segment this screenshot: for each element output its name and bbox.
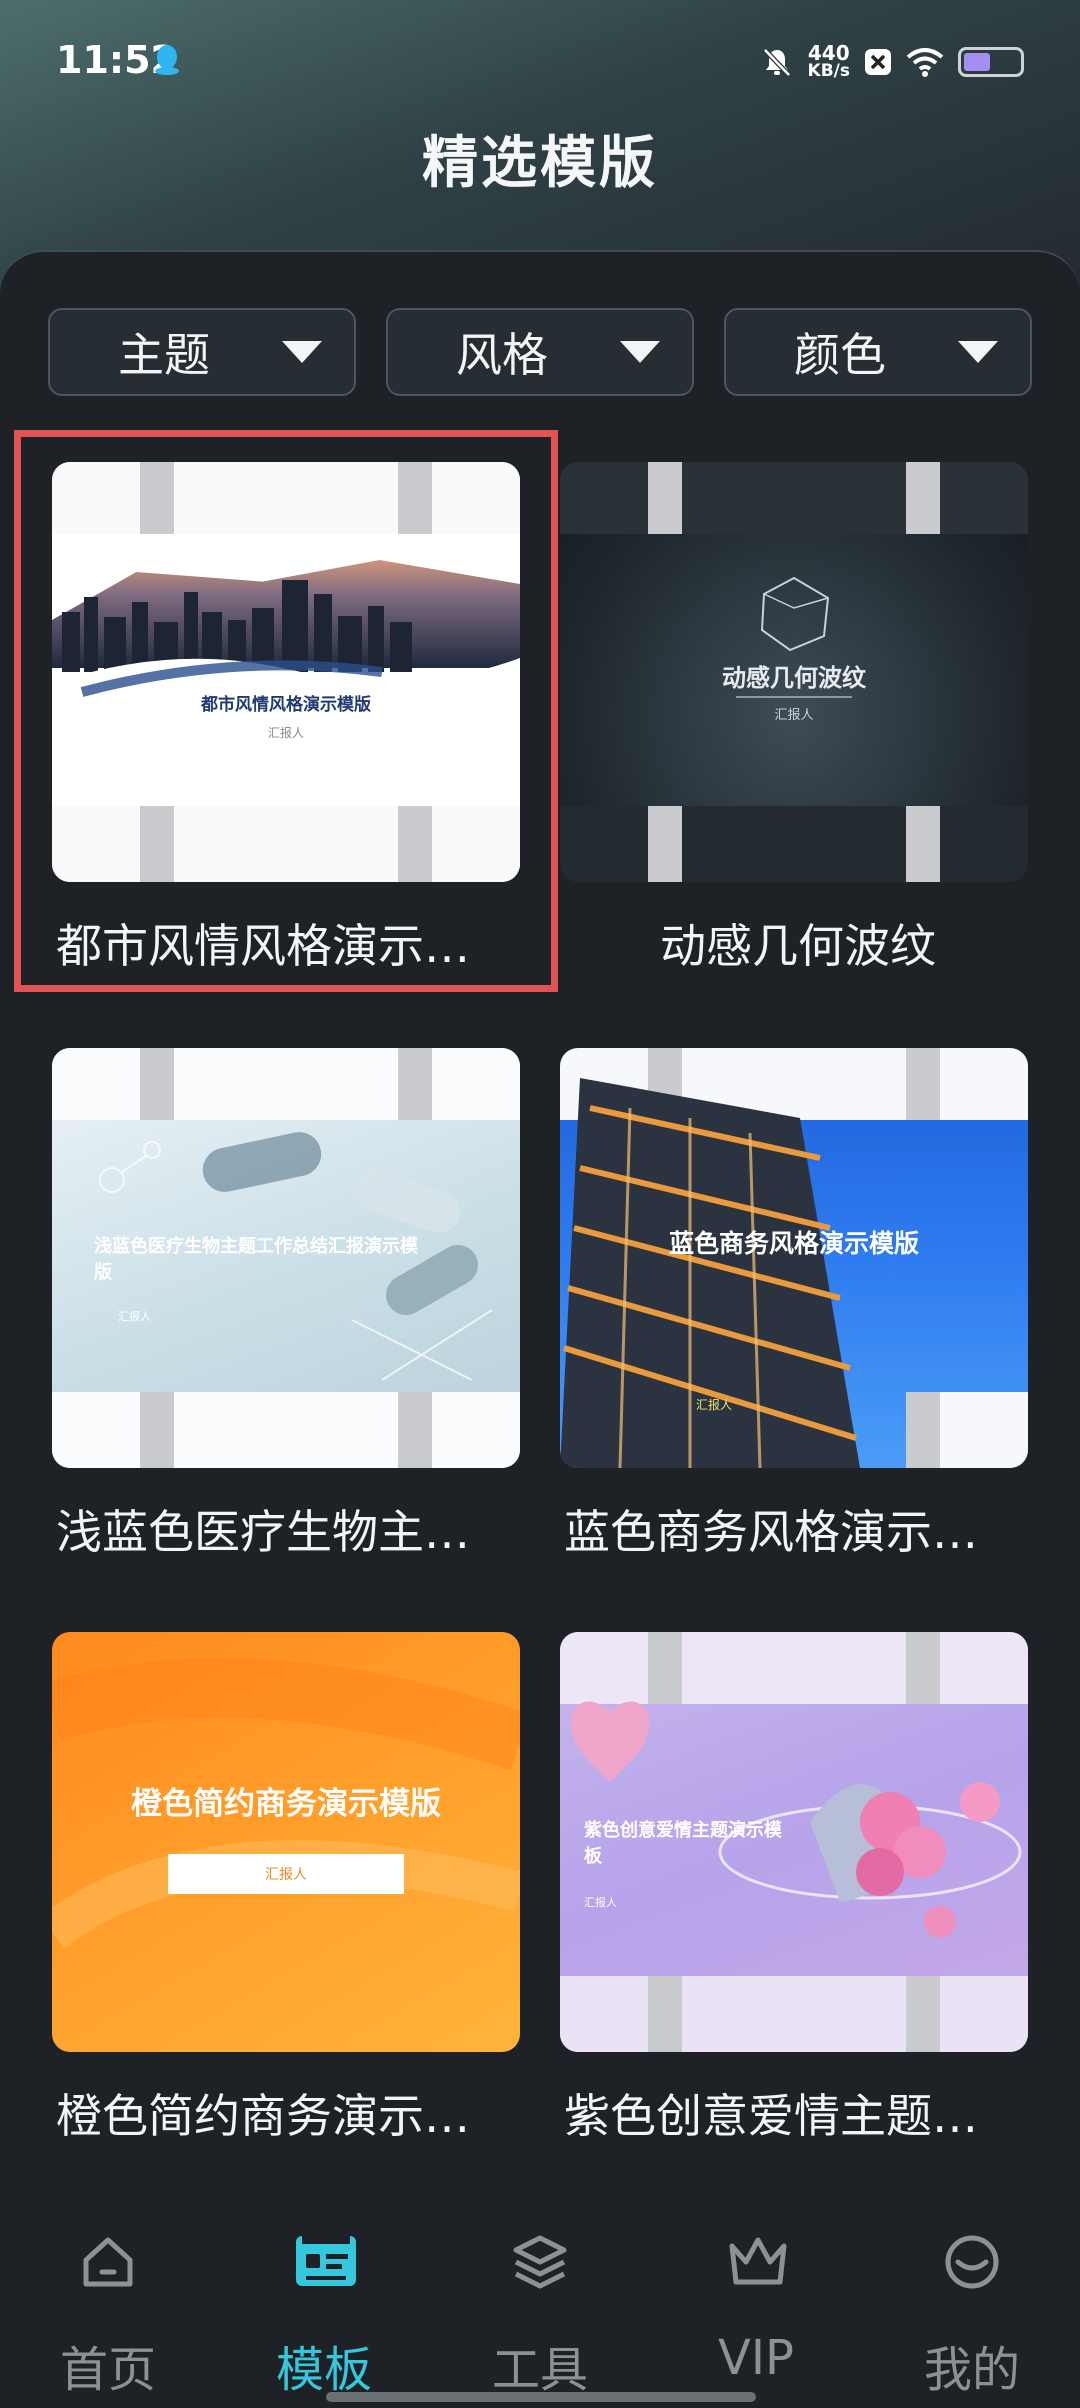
template-thumbnail[interactable]: 蓝色商务风格演示模版 汇报人 bbox=[560, 1048, 1028, 1468]
template-title: 动感几何波纹 bbox=[660, 919, 936, 973]
status-bar: 11:52 440 KB/s bbox=[0, 0, 1080, 120]
template-card[interactable]: 动感几何波纹 汇报人 动感几何波纹 bbox=[560, 462, 1028, 973]
cover-title: 蓝色商务风格演示模版 bbox=[668, 1229, 919, 1258]
net-speed-unit: KB/s bbox=[807, 61, 850, 81]
template-title: 浅蓝色医疗生物主… bbox=[56, 1505, 470, 1559]
chevron-down-icon bbox=[620, 341, 660, 363]
nav-label: VIP bbox=[718, 2330, 794, 2386]
filter-theme-dropdown[interactable]: 主题 bbox=[48, 308, 356, 396]
net-speed: 440 KB/s bbox=[807, 41, 850, 81]
crown-icon bbox=[729, 2237, 787, 2285]
battery-icon bbox=[958, 47, 1024, 77]
page-title: 精选模版 bbox=[422, 131, 658, 196]
cover-title: 都市风情风格演示模版 bbox=[201, 695, 371, 715]
bottom-nav: 首页 模板 工具 VIP 我的 bbox=[0, 2220, 1080, 2408]
polyhedron-graphic bbox=[760, 576, 830, 652]
filter-label: 主题 bbox=[118, 328, 210, 382]
template-title: 都市风情风格演示… bbox=[56, 919, 470, 973]
filter-label: 风格 bbox=[456, 328, 548, 382]
nav-label: 我的 bbox=[923, 2342, 1020, 2398]
template-card[interactable]: 橙色简约商务演示模版 汇报人 橙色简约商务演示… bbox=[52, 1632, 520, 2143]
nav-home[interactable]: 首页 bbox=[0, 2220, 216, 2408]
filter-color-dropdown[interactable]: 颜色 bbox=[724, 308, 1032, 396]
net-speed-value: 440 bbox=[807, 41, 850, 65]
cover-subtitle: 汇报人 bbox=[774, 708, 814, 723]
template-title: 蓝色商务风格演示… bbox=[564, 1505, 978, 1559]
cover-subtitle: 汇报人 bbox=[584, 1896, 617, 1909]
nav-tools[interactable]: 工具 bbox=[432, 2220, 648, 2408]
filter-bar: 主题 风格 颜色 bbox=[48, 308, 1032, 398]
wifi-icon bbox=[906, 48, 944, 77]
cover-subtitle: 汇报人 bbox=[118, 1310, 151, 1323]
template-card[interactable]: 紫色创意爱情主题演示模板 汇报人 紫色创意爱情主题… bbox=[560, 1632, 1028, 2143]
nav-profile[interactable]: 我的 bbox=[864, 2220, 1080, 2408]
qq-notification-icon bbox=[155, 45, 179, 75]
layers-icon bbox=[513, 2235, 567, 2289]
chevron-down-icon bbox=[958, 341, 998, 363]
cover-title: 橙色简约商务演示模版 bbox=[131, 1786, 441, 1822]
profile-icon bbox=[945, 2235, 999, 2289]
template-card[interactable]: 蓝色商务风格演示模版 汇报人 蓝色商务风格演示… bbox=[560, 1048, 1028, 1559]
cover-subtitle-box: 汇报人 bbox=[168, 1854, 404, 1894]
home-indicator[interactable] bbox=[326, 2392, 756, 2402]
nav-vip[interactable]: VIP bbox=[648, 2220, 864, 2408]
filter-style-dropdown[interactable]: 风格 bbox=[386, 308, 694, 396]
template-card[interactable]: 浅蓝色医疗生物主题工作总结汇报演示模版 汇报人 浅蓝色医疗生物主… bbox=[52, 1048, 520, 1559]
home-icon bbox=[83, 2237, 133, 2287]
chevron-down-icon bbox=[282, 341, 322, 363]
nav-template[interactable]: 模板 bbox=[216, 2220, 432, 2408]
template-title: 紫色创意爱情主题… bbox=[564, 2089, 978, 2143]
cover-subtitle: 汇报人 bbox=[696, 1398, 733, 1412]
cover-title: 紫色创意爱情主题演示模板 bbox=[584, 1820, 782, 1867]
status-icons: 440 KB/s bbox=[760, 40, 1024, 84]
app-notification-icon bbox=[865, 49, 891, 75]
template-thumbnail[interactable]: 浅蓝色医疗生物主题工作总结汇报演示模版 汇报人 bbox=[52, 1048, 520, 1468]
template-thumbnail[interactable]: 都市风情风格演示模版 汇报人 bbox=[52, 462, 520, 882]
cover-title: 浅蓝色医疗生物主题工作总结汇报演示模版 bbox=[94, 1236, 418, 1283]
template-thumbnail[interactable]: 橙色简约商务演示模版 汇报人 bbox=[52, 1632, 520, 2052]
filter-label: 颜色 bbox=[794, 328, 886, 382]
nav-label: 首页 bbox=[59, 2342, 156, 2398]
cover-title: 动感几何波纹 bbox=[722, 664, 866, 692]
cover-subtitle: 汇报人 bbox=[267, 726, 304, 740]
nav-label: 模板 bbox=[275, 2342, 372, 2398]
template-icon bbox=[296, 2236, 356, 2286]
mute-bell-icon bbox=[762, 48, 791, 77]
template-card[interactable]: 都市风情风格演示模版 汇报人 都市风情风格演示… bbox=[52, 462, 520, 973]
template-thumbnail[interactable]: 动感几何波纹 汇报人 bbox=[560, 462, 1028, 882]
cover-subtitle: 汇报人 bbox=[265, 1867, 307, 1883]
nav-label: 工具 bbox=[491, 2342, 588, 2398]
template-title: 橙色简约商务演示… bbox=[56, 2089, 470, 2143]
template-thumbnail[interactable]: 紫色创意爱情主题演示模板 汇报人 bbox=[560, 1632, 1028, 2052]
